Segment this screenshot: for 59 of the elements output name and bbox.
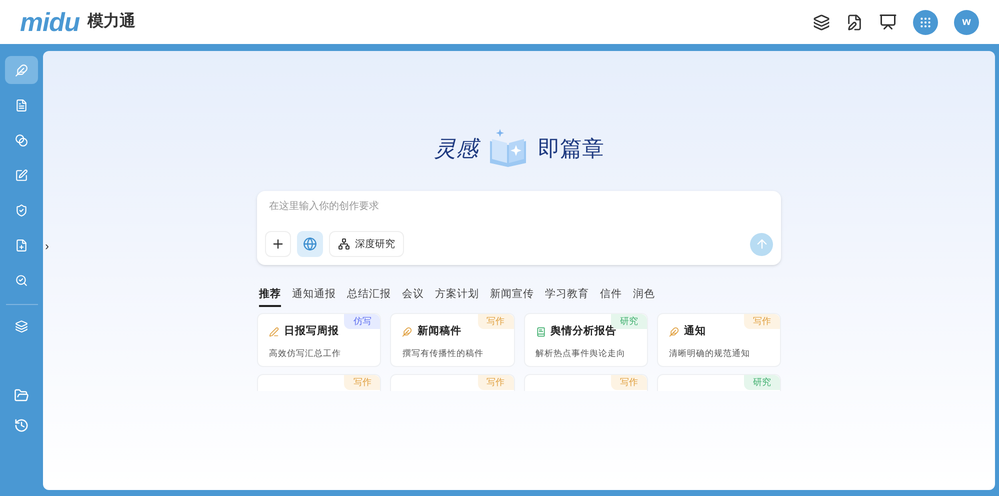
chart-screen-icon[interactable] <box>879 13 897 31</box>
hero-title: 即篇章 <box>538 136 604 164</box>
logo: midu <box>20 6 80 38</box>
document-icon <box>15 98 28 112</box>
network-icon <box>338 238 350 250</box>
card-tag: 写作 <box>610 374 647 390</box>
folder-icon <box>14 388 29 402</box>
category-tab[interactable]: 推荐 <box>259 287 281 307</box>
card-tag: 写作 <box>478 314 514 330</box>
sidebar-item[interactable] <box>5 56 38 84</box>
category-tab[interactable]: 学习教育 <box>545 287 589 307</box>
template-card[interactable]: 写作 通知 清晰明确的规范通知 <box>656 312 781 367</box>
globe-icon <box>303 237 317 251</box>
shield-check-icon <box>15 204 28 216</box>
plus-icon <box>271 237 285 251</box>
feather-icon <box>15 64 28 76</box>
category-tab[interactable]: 总结汇报 <box>347 287 391 307</box>
collapse-toggle[interactable]: › <box>45 237 49 255</box>
web-search-toggle[interactable] <box>297 231 323 257</box>
card-description: 解析热点事件舆论走向 <box>536 346 626 360</box>
card-tag: 研究 <box>744 374 780 390</box>
template-card[interactable]: 写作 新闻稿件 撰写有传播性的稿件 <box>390 312 514 367</box>
search-icon <box>15 274 28 286</box>
layers-icon <box>15 320 28 332</box>
category-tab[interactable]: 方案计划 <box>435 287 479 307</box>
hero-title: 灵感 <box>434 132 478 166</box>
edit-icon <box>15 168 28 182</box>
card-icon <box>402 326 412 337</box>
category-tab[interactable]: 通知通报 <box>292 287 336 307</box>
file-plus-icon <box>15 238 28 252</box>
template-card[interactable]: 仿写 日报写周报 高效仿写汇总工作 <box>257 312 382 367</box>
card-tag: 写作 <box>478 374 514 390</box>
card-title: 新闻稿件 <box>417 324 462 339</box>
category-tab[interactable]: 润色 <box>633 287 655 307</box>
category-tab[interactable]: 会议 <box>402 287 424 307</box>
category-tab[interactable]: 信件 <box>600 287 622 307</box>
history-icon <box>14 418 29 432</box>
card-icon <box>536 326 546 337</box>
card-title: 通知 <box>684 324 706 339</box>
card-tag: 仿写 <box>344 314 380 330</box>
brand-name: 模力通 <box>88 11 136 32</box>
card-icon <box>269 326 279 337</box>
document-edit-icon[interactable] <box>846 14 863 30</box>
card-description: 撰写有传播性的稿件 <box>402 346 484 360</box>
card-icon <box>668 326 679 337</box>
apps-button[interactable] <box>913 10 938 34</box>
grid-icon <box>919 16 932 28</box>
prompt-input[interactable]: 在这里输入你的创作要求 <box>265 199 773 214</box>
layers-icon[interactable] <box>813 14 830 30</box>
category-tab[interactable]: 新闻宣传 <box>490 287 534 307</box>
circles-icon <box>15 134 28 146</box>
card-description: 清晰明确的规范通知 <box>668 346 751 360</box>
deep-research-button[interactable]: 深度研究 <box>329 231 404 257</box>
card-tag: 写作 <box>344 374 380 390</box>
card-description: 高效仿写汇总工作 <box>269 346 342 360</box>
add-button[interactable] <box>265 231 291 257</box>
card-title: 日报写周报 <box>284 324 339 339</box>
template-card[interactable]: 研究 舆情分析报告 解析热点事件舆论走向 <box>524 312 648 367</box>
card-tag: 写作 <box>744 314 780 330</box>
